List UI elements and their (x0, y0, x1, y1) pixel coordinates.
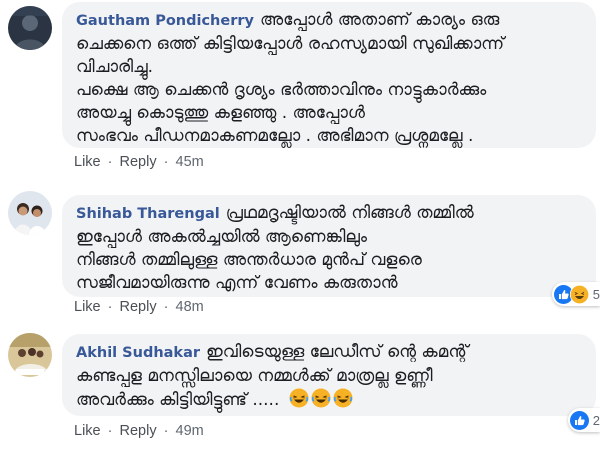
comment-author[interactable]: Shihab Tharengal (76, 206, 220, 222)
reactions-summary[interactable]: 5 (551, 282, 600, 306)
reactions-count: 5 (592, 286, 600, 302)
separator: · (107, 423, 113, 439)
laughing-emoji-icon (289, 388, 309, 415)
laughing-emoji-icon (311, 388, 331, 415)
separator: · (163, 299, 169, 315)
reactions-count: 2 (592, 412, 600, 428)
comment-author[interactable]: Gautham Pondicherry (76, 13, 254, 29)
avatar[interactable] (8, 191, 52, 235)
comment-author[interactable]: Akhil Sudhakar (76, 345, 200, 361)
comment-bubble: Shihab Tharengal പ്രഥമദൃഷ്ടിയാൽ നിങ്ങൾ തമ… (62, 195, 596, 297)
like-link[interactable]: Like (74, 423, 101, 439)
reactions-summary[interactable]: 2 (567, 408, 600, 432)
comment-actions: Like · Reply · 49m (74, 423, 204, 439)
comment-bubble: Akhil Sudhakar ഇവിടെയുള്ള ലേഡീസ് ന്റെ കമന… (62, 334, 596, 416)
reply-link[interactable]: Reply (120, 423, 157, 439)
separator: · (163, 154, 169, 170)
profile-photo-two-kids-icon (8, 191, 52, 235)
profile-photo-group-icon (8, 333, 52, 377)
comment-timestamp[interactable]: 48m (176, 299, 204, 315)
comment-timestamp[interactable]: 45m (176, 154, 204, 170)
haha-reaction-icon (569, 284, 589, 304)
reply-link[interactable]: Reply (120, 299, 157, 315)
like-reaction-icon (569, 410, 589, 430)
comment-actions: Like · Reply · 45m (74, 154, 204, 170)
comment-bubble: Gautham Pondicherry അപ്പോൾ അതാണ് കാര്യം ഒ… (62, 2, 596, 148)
comment-text: അപ്പോൾ അതാണ് കാര്യം ഒരു ചെക്കനെ ഒത്ത് കി… (76, 10, 505, 146)
comment-actions: Like · Reply · 48m (74, 299, 204, 315)
profile-photo-dark-icon (8, 6, 52, 50)
reply-link[interactable]: Reply (120, 154, 157, 170)
like-link[interactable]: Like (74, 299, 101, 315)
separator: · (163, 423, 169, 439)
separator: · (107, 154, 113, 170)
comment-timestamp[interactable]: 49m (176, 423, 204, 439)
separator: · (107, 299, 113, 315)
avatar[interactable] (8, 6, 52, 50)
laughing-emoji-icon (333, 388, 353, 415)
avatar[interactable] (8, 333, 52, 377)
like-link[interactable]: Like (74, 154, 101, 170)
